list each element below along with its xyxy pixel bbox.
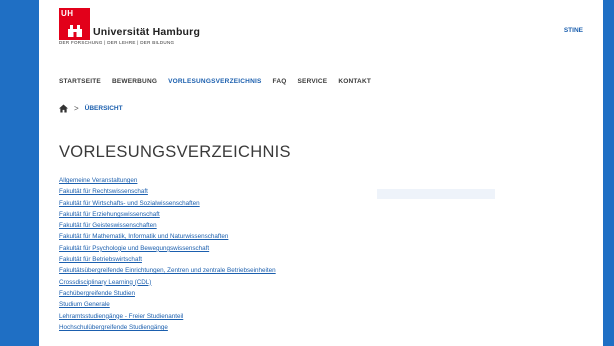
nav-item-startseite[interactable]: STARTSEITE [59,78,101,85]
page: UH Universität Hamburg DER FORSCHUNG | D… [39,0,603,346]
list-item: Lehramtsstudiengänge - Freier Studienant… [59,308,276,320]
list-item: Fakultät für Betriebswirtschaft [59,251,276,263]
list-item: Fakultät für Geisteswissenschaften [59,217,276,229]
list-item: Studium Generale [59,296,276,308]
list-item: Crossdisciplinary Learning (CDL) [59,274,276,286]
logo-tagline: DER FORSCHUNG | DER LEHRE | DER BILDUNG [59,40,175,45]
faculty-link[interactable]: Hochschulübergreifende Studiengänge [59,324,168,331]
main-nav: STARTSEITE BEWERBUNG VORLESUNGSVERZEICHNIS… [59,78,371,85]
page-title: VORLESUNGSVERZEICHNIS [59,143,291,161]
list-item: Fakultät für Erziehungswissenschaft [59,206,276,218]
list-item: Fakultät für Rechtswissenschaft [59,183,276,195]
list-item: Hochschulübergreifende Studiengänge [59,319,276,331]
logo-mark: UH [59,8,90,40]
logo-text: Universität Hamburg DER FORSCHUNG | DER … [59,26,201,45]
list-item: Fakultätsübergreifende Einrichtungen, Ze… [59,262,276,274]
home-icon[interactable] [59,104,68,113]
nav-item-kontakt[interactable]: KONTAKT [338,78,371,85]
castle-icon [68,25,82,37]
list-item: Allgemeine Veranstaltungen [59,172,276,184]
nav-item-bewerbung[interactable]: BEWERBUNG [112,78,157,85]
list-item: Fakultät für Wirtschafts- und Sozialwiss… [59,195,276,207]
breadcrumb: > ÜBERSICHT [59,104,123,113]
faculty-link-list: Allgemeine Veranstaltungen Fakultät für R… [59,172,276,331]
faint-search-field[interactable] [377,189,495,199]
list-item: Fakultät für Psychologie und Bewegungswi… [59,240,276,252]
nav-item-vorlesungsverzeichnis[interactable]: VORLESUNGSVERZEICHNIS [168,78,261,85]
chevron-right-icon: > [74,104,79,113]
university-logo[interactable]: UH Universität Hamburg DER FORSCHUNG | D… [59,8,200,45]
nav-item-service[interactable]: SERVICE [298,78,328,85]
list-item: Fachübergreifende Studien [59,285,276,297]
nav-item-faq[interactable]: FAQ [273,78,287,85]
breadcrumb-current[interactable]: ÜBERSICHT [85,105,123,112]
logo-mark-text: UH [61,9,74,18]
stine-link[interactable]: STINE [564,27,583,34]
list-item: Fakultät für Mathematik, Informatik und … [59,228,276,240]
logo-name: Universität Hamburg [93,26,201,38]
